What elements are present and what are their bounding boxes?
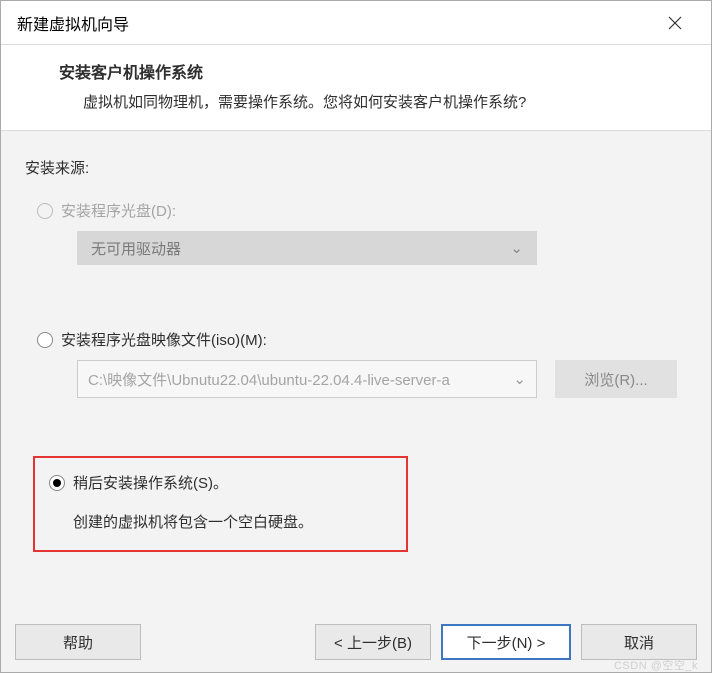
radio-later[interactable] [49,475,65,491]
radio-option-iso[interactable]: 安装程序光盘映像文件(iso)(M): [37,329,687,350]
title-bar: 新建虚拟机向导 [1,1,711,45]
radio-iso-label: 安装程序光盘映像文件(iso)(M): [61,329,267,350]
next-button[interactable]: 下一步(N) > [441,624,571,660]
radio-option-later[interactable]: 稍后安装操作系统(S)。 [49,472,396,493]
radio-later-label: 稍后安装操作系统(S)。 [73,472,228,493]
button-bar: 帮助 < 上一步(B) 下一步(N) > 取消 CSDN @空空_k [1,612,711,672]
header-section: 安装客户机操作系统 虚拟机如同物理机，需要操作系统。您将如何安装客户机操作系统? [1,45,711,131]
iso-row: C:\映像文件\Ubnutu22.04\ubuntu-22.04.4-live-… [77,360,687,398]
disc-dropdown: 无可用驱动器 ⌄ [77,231,537,265]
radio-disc-label: 安装程序光盘(D): [61,200,176,221]
content-area: 安装来源: 安装程序光盘(D): 无可用驱动器 ⌄ 安装程序光盘映像文件(iso… [1,131,711,612]
chevron-down-icon: ⌄ [510,239,523,257]
iso-path-input: C:\映像文件\Ubnutu22.04\ubuntu-22.04.4-live-… [77,360,537,398]
close-icon [668,16,682,30]
back-button[interactable]: < 上一步(B) [315,624,431,660]
source-label: 安装来源: [25,157,687,178]
help-button[interactable]: 帮助 [15,624,141,660]
watermark: CSDN @空空_k [614,657,698,673]
close-button[interactable] [655,8,695,38]
later-description: 创建的虚拟机将包含一个空白硬盘。 [73,511,396,532]
window-title: 新建虚拟机向导 [17,11,129,35]
disc-dropdown-value: 无可用驱动器 [91,238,181,259]
browse-button: 浏览(R)... [555,360,677,398]
cancel-button[interactable]: 取消 [581,624,697,660]
radio-option-disc: 安装程序光盘(D): [37,200,687,221]
chevron-down-icon: ⌄ [513,370,526,388]
radio-group: 安装程序光盘(D): 无可用驱动器 ⌄ 安装程序光盘映像文件(iso)(M): … [37,200,687,552]
header-title: 安装客户机操作系统 [59,59,681,83]
radio-disc [37,203,53,219]
wizard-dialog: 新建虚拟机向导 安装客户机操作系统 虚拟机如同物理机，需要操作系统。您将如何安装… [0,0,712,673]
radio-iso[interactable] [37,332,53,348]
iso-path-value: C:\映像文件\Ubnutu22.04\ubuntu-22.04.4-live-… [88,369,450,390]
highlight-box: 稍后安装操作系统(S)。 创建的虚拟机将包含一个空白硬盘。 [33,456,408,552]
header-description: 虚拟机如同物理机，需要操作系统。您将如何安装客户机操作系统? [83,91,681,112]
